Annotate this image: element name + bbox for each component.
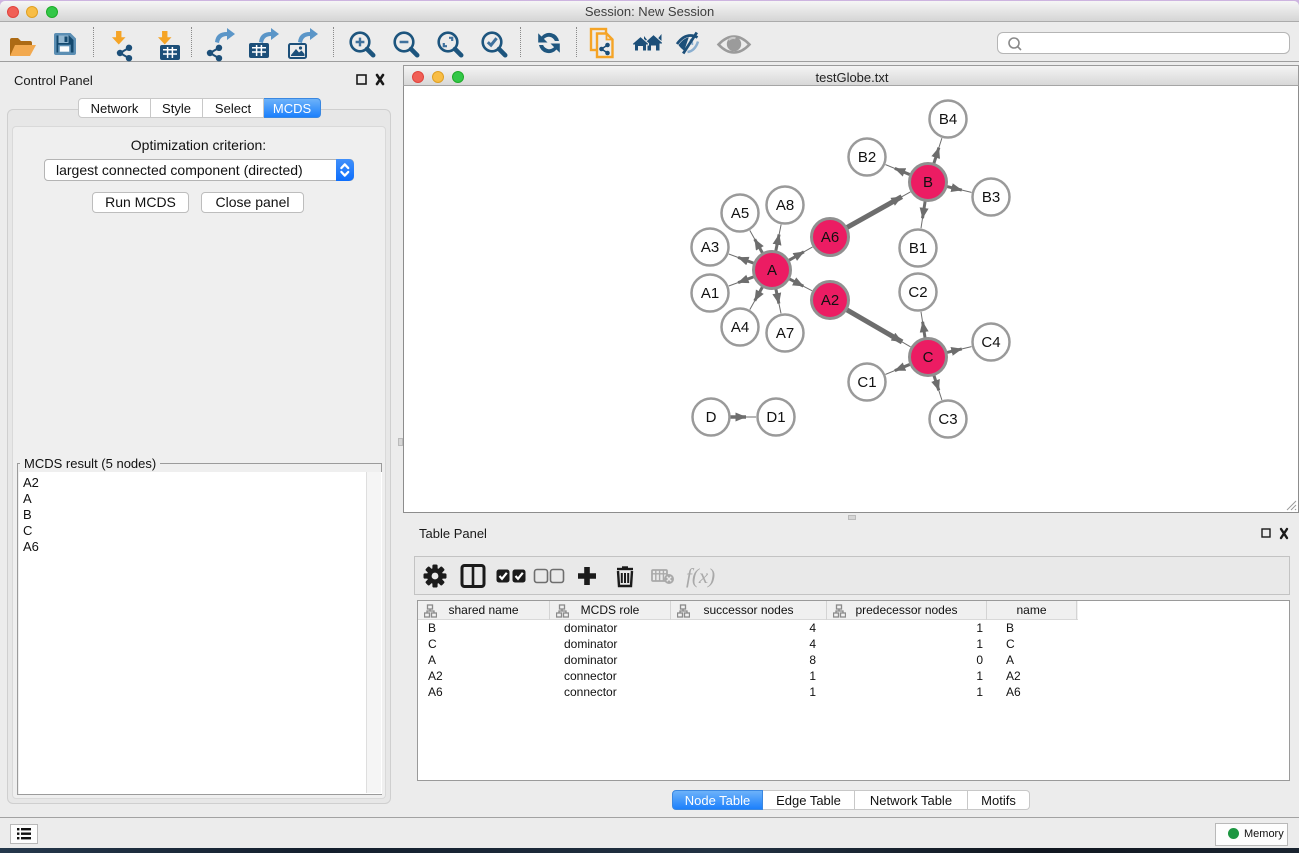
svg-text:D: D [706, 409, 717, 426]
svg-text:A4: A4 [731, 319, 749, 336]
svg-text:C2: C2 [908, 284, 927, 301]
svg-text:C3: C3 [938, 411, 957, 428]
svg-text:C4: C4 [981, 334, 1000, 351]
svg-text:B2: B2 [858, 149, 876, 166]
svg-text:B3: B3 [982, 189, 1000, 206]
svg-text:A6: A6 [821, 229, 839, 246]
svg-text:A7: A7 [776, 325, 794, 342]
svg-text:f(x): f(x) [686, 564, 715, 588]
svg-text:B4: B4 [939, 111, 957, 128]
svg-text:A2: A2 [821, 292, 839, 309]
svg-text:B1: B1 [909, 240, 927, 257]
svg-text:A5: A5 [731, 205, 749, 222]
svg-text:A1: A1 [701, 285, 719, 302]
svg-text:B: B [923, 174, 933, 191]
svg-text:C: C [923, 349, 934, 366]
svg-text:A3: A3 [701, 239, 719, 256]
svg-text:A8: A8 [776, 197, 794, 214]
svg-text:A: A [767, 262, 777, 279]
svg-text:D1: D1 [766, 409, 785, 426]
svg-text:C1: C1 [857, 374, 876, 391]
